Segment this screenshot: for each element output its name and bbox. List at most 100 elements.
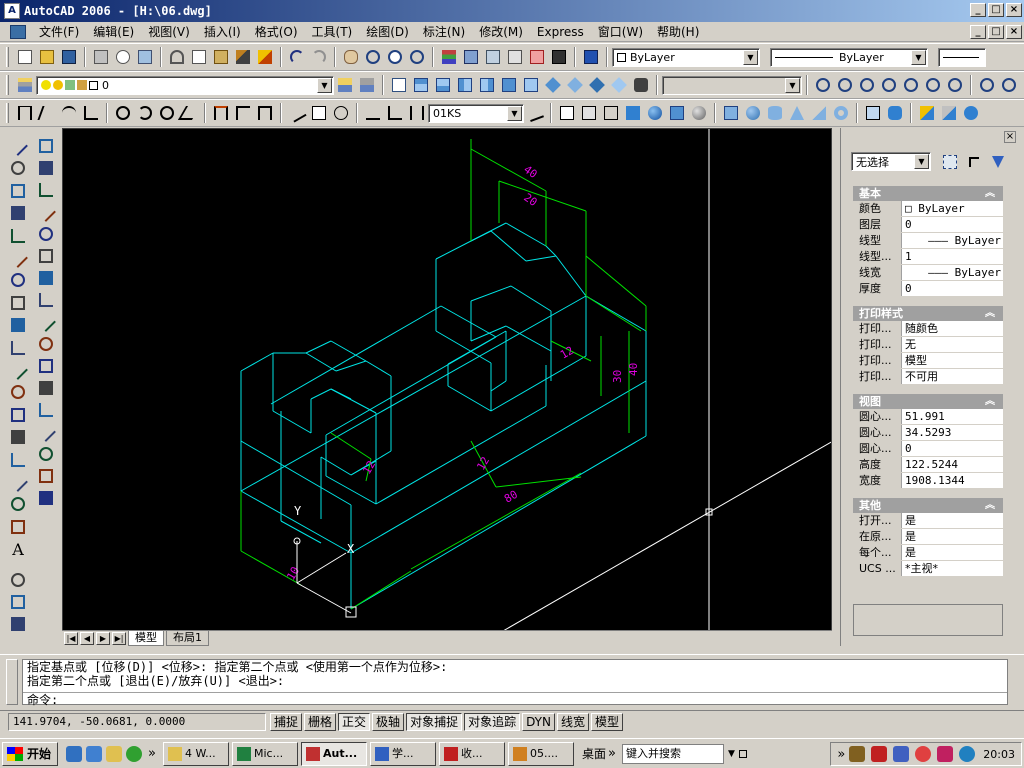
dimension-update-button[interactable]	[406, 102, 428, 124]
taskbar-task-button[interactable]: 05....	[507, 741, 574, 766]
part-edge[interactable]	[470, 230, 492, 242]
toolbar-grip[interactable]	[6, 103, 9, 123]
zoom-previous-button[interactable]	[406, 46, 428, 68]
menu-express[interactable]: Express	[530, 23, 591, 41]
ie-icon[interactable]	[66, 745, 83, 762]
dimension-line[interactable]	[330, 432, 372, 460]
cut-button[interactable]	[166, 46, 188, 68]
property-row[interactable]: 每个... 是	[853, 545, 1003, 561]
collapse-chevron-icon[interactable]: ︽	[985, 186, 995, 201]
break-at-point-tool-button[interactable]	[36, 378, 56, 398]
property-row[interactable]: 圆心... 51.991	[853, 409, 1003, 425]
ucs-y-label[interactable]: Y	[294, 504, 302, 518]
property-value[interactable]: 34.5293	[901, 425, 1003, 440]
revision-cloud-tool-button[interactable]	[8, 293, 28, 313]
part-edge[interactable]	[240, 352, 274, 372]
region-tool-button[interactable]	[8, 494, 28, 514]
lights-button[interactable]	[578, 102, 600, 124]
part-edge[interactable]	[490, 230, 527, 262]
gradient-tool-button[interactable]	[8, 472, 28, 492]
part-edge[interactable]	[350, 435, 647, 610]
break-tool-button[interactable]	[36, 400, 56, 420]
slice-button[interactable]	[916, 102, 938, 124]
property-row[interactable]: 厚度 0	[853, 281, 1003, 297]
property-value[interactable]: 0	[901, 441, 1003, 456]
tray-antivirus-icon[interactable]	[915, 746, 932, 762]
zoom-center-button[interactable]	[878, 74, 900, 96]
outlook-icon[interactable]	[86, 745, 103, 762]
property-value[interactable]: *主视*	[901, 561, 1003, 576]
diameter-dimension-button[interactable]	[156, 102, 178, 124]
menu-edit[interactable]: 编辑(E)	[86, 23, 141, 41]
scale-tool-button[interactable]	[36, 290, 56, 310]
chevron-down-icon[interactable]: ▼	[914, 154, 929, 169]
property-value[interactable]: 0	[901, 281, 1003, 296]
property-row[interactable]: 高度 122.5244	[853, 457, 1003, 473]
tolerance-button[interactable]	[308, 102, 330, 124]
ordinate-dimension-button[interactable]	[80, 102, 102, 124]
start-button[interactable]: 开始	[2, 741, 59, 766]
close-button[interactable]: ×	[1006, 3, 1022, 17]
dimension-text-12-b[interactable]: 12	[474, 455, 492, 473]
dimension-line[interactable]	[585, 255, 647, 307]
status-toggle-button[interactable]: 栅格	[304, 712, 337, 731]
part-edge[interactable]	[505, 222, 547, 247]
linear-dimension-button[interactable]	[14, 102, 36, 124]
circle-tool-button[interactable]	[8, 270, 28, 290]
point-tool-button[interactable]	[8, 427, 28, 447]
tray-app-icon[interactable]	[849, 746, 866, 762]
property-value[interactable]: 是	[901, 545, 1003, 560]
view-front-button[interactable]	[498, 74, 520, 96]
part-edge[interactable]	[440, 305, 497, 338]
menu-help[interactable]: 帮助(H)	[650, 23, 706, 41]
dimension-text-80[interactable]: 80	[502, 488, 520, 506]
part-edge[interactable]	[310, 388, 332, 400]
redo-button[interactable]	[308, 46, 330, 68]
property-row[interactable]: 在原... 是	[853, 529, 1003, 545]
revolve-button[interactable]	[884, 102, 906, 124]
status-toggle-button[interactable]: 对象捕捉	[406, 712, 463, 731]
part-edge[interactable]	[447, 330, 507, 365]
part-edge[interactable]	[447, 385, 492, 412]
copy-button[interactable]	[188, 46, 210, 68]
prev-tab-arrow-icon[interactable]: ◀	[80, 632, 94, 645]
minimize-button[interactable]: _	[970, 3, 986, 17]
mirror-tool-button[interactable]	[36, 180, 56, 200]
pan-tool-button[interactable]	[8, 614, 28, 634]
status-toggle-button[interactable]: 正交	[338, 712, 371, 731]
part-edge[interactable]	[435, 240, 472, 260]
torus-solid-button[interactable]	[830, 102, 852, 124]
zoom-dynamic-button[interactable]	[834, 74, 856, 96]
menu-window[interactable]: 窗口(W)	[591, 23, 650, 41]
property-value[interactable]: 1	[901, 249, 1003, 264]
status-toggle-button[interactable]: DYN	[522, 712, 555, 731]
quicklaunch-more-icon[interactable]: »	[148, 746, 156, 761]
dimension-text-10[interactable]: 10	[284, 565, 302, 583]
status-toggle-button[interactable]: 捕捉	[270, 712, 303, 731]
part-edge[interactable]	[305, 340, 332, 354]
ellipse-arc-tool-button[interactable]	[8, 360, 28, 380]
save-button[interactable]	[58, 46, 80, 68]
chevron-down-icon[interactable]: ▼	[743, 49, 758, 65]
copy-tool-button[interactable]	[36, 158, 56, 178]
linetype-control-combo[interactable]: ByLayer ▼	[770, 47, 928, 67]
taskbar-task-button[interactable]: 收...	[438, 741, 505, 766]
publish-button[interactable]	[134, 46, 156, 68]
zoom-object-button[interactable]	[900, 74, 922, 96]
part-edge[interactable]	[510, 285, 552, 312]
print-preview-button[interactable]	[112, 46, 134, 68]
property-row[interactable]: 宽度 1908.1344	[853, 473, 1003, 489]
property-value[interactable]: 模型	[901, 353, 1003, 368]
part-edge[interactable]	[335, 360, 367, 372]
view-back-button[interactable]	[520, 74, 542, 96]
match-properties-button[interactable]	[232, 46, 254, 68]
make-object-layer-current-button[interactable]	[334, 74, 356, 96]
explode-tool-button[interactable]	[36, 488, 56, 508]
collapse-chevron-icon[interactable]: ︽	[985, 394, 995, 409]
part-edge[interactable]	[240, 295, 587, 492]
arc-tool-button[interactable]	[8, 248, 28, 268]
camera-button[interactable]	[630, 74, 652, 96]
continue-dimension-button[interactable]	[254, 102, 276, 124]
angular-dimension-button[interactable]	[177, 102, 201, 124]
view-top-button[interactable]	[410, 74, 432, 96]
